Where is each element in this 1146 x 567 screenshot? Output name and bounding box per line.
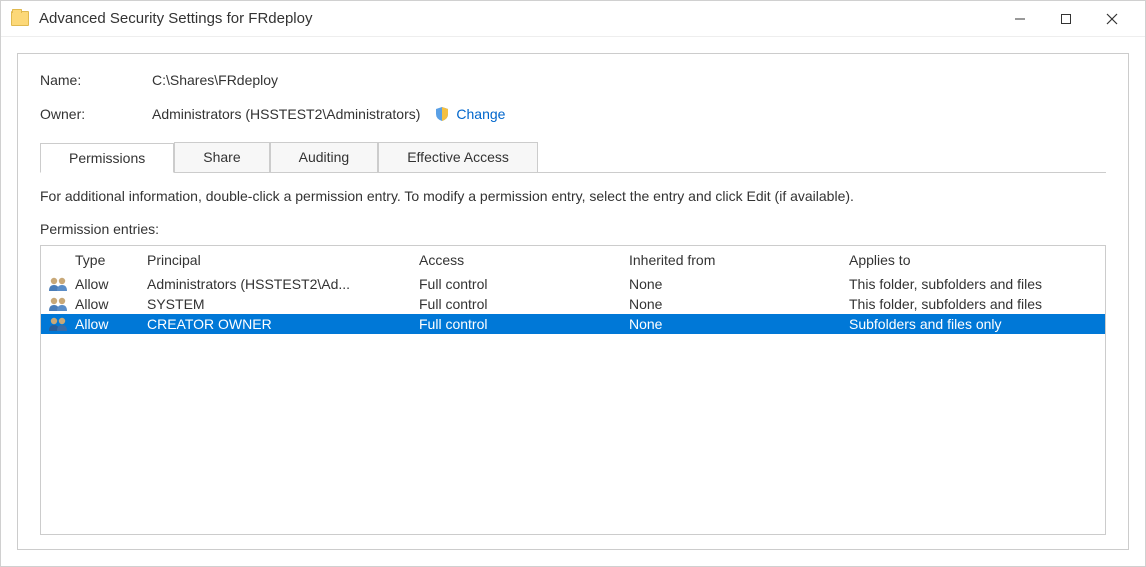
cell-applies: This folder, subfolders and files [849, 276, 1099, 292]
cell-principal: SYSTEM [147, 296, 419, 312]
titlebar: Advanced Security Settings for FRdeploy [1, 1, 1145, 37]
col-header-applies[interactable]: Applies to [849, 252, 1099, 268]
owner-row: Owner: Administrators (HSSTEST2\Administ… [40, 106, 1106, 122]
close-icon [1106, 13, 1118, 25]
minimize-button[interactable] [997, 3, 1043, 35]
table-header-row: Type Principal Access Inherited from App… [41, 246, 1105, 274]
tab-share[interactable]: Share [174, 142, 269, 172]
entries-label: Permission entries: [40, 221, 1106, 237]
cell-applies: This folder, subfolders and files [849, 296, 1099, 312]
tab-auditing[interactable]: Auditing [270, 142, 379, 172]
cell-inherited: None [629, 276, 849, 292]
cell-inherited: None [629, 316, 849, 332]
info-text: For additional information, double-click… [40, 187, 1106, 207]
multi-user-icon [47, 316, 69, 332]
cell-access: Full control [419, 276, 629, 292]
cell-access: Full control [419, 316, 629, 332]
window-title: Advanced Security Settings for FRdeploy [39, 10, 312, 27]
cell-type: Allow [75, 316, 147, 332]
inner-panel: Name: C:\Shares\FRdeploy Owner: Administ… [17, 53, 1129, 550]
tab-effective-access[interactable]: Effective Access [378, 142, 538, 172]
name-label: Name: [40, 72, 152, 88]
folder-icon [11, 11, 29, 26]
window-controls [997, 3, 1135, 35]
col-header-type[interactable]: Type [75, 252, 147, 268]
cell-type: Allow [75, 296, 147, 312]
minimize-icon [1014, 13, 1026, 25]
table-row[interactable]: Allow CREATOR OWNER Full control None Su… [41, 314, 1105, 334]
tab-permissions[interactable]: Permissions [40, 143, 174, 173]
cell-principal: CREATOR OWNER [147, 316, 419, 332]
shield-icon [434, 106, 450, 122]
maximize-button[interactable] [1043, 3, 1089, 35]
cell-type: Allow [75, 276, 147, 292]
col-header-access[interactable]: Access [419, 252, 629, 268]
cell-applies: Subfolders and files only [849, 316, 1099, 332]
cell-inherited: None [629, 296, 849, 312]
table-row[interactable]: Allow Administrators (HSSTEST2\Ad... Ful… [41, 274, 1105, 294]
cell-access: Full control [419, 296, 629, 312]
name-row: Name: C:\Shares\FRdeploy [40, 72, 1106, 88]
name-value: C:\Shares\FRdeploy [152, 72, 278, 88]
owner-label: Owner: [40, 106, 152, 122]
change-owner-link[interactable]: Change [456, 106, 505, 122]
table-row[interactable]: Allow SYSTEM Full control None This fold… [41, 294, 1105, 314]
window: Advanced Security Settings for FRdeploy … [0, 0, 1146, 567]
owner-value: Administrators (HSSTEST2\Administrators) [152, 106, 420, 122]
tab-bar: Permissions Share Auditing Effective Acc… [40, 142, 1106, 173]
col-header-principal[interactable]: Principal [147, 252, 419, 268]
content: Name: C:\Shares\FRdeploy Owner: Administ… [1, 37, 1145, 566]
maximize-icon [1060, 13, 1072, 25]
col-header-inherited[interactable]: Inherited from [629, 252, 849, 268]
permissions-table: Type Principal Access Inherited from App… [40, 245, 1106, 535]
cell-principal: Administrators (HSSTEST2\Ad... [147, 276, 419, 292]
close-button[interactable] [1089, 3, 1135, 35]
multi-user-icon [47, 296, 69, 312]
multi-user-icon [47, 276, 69, 292]
